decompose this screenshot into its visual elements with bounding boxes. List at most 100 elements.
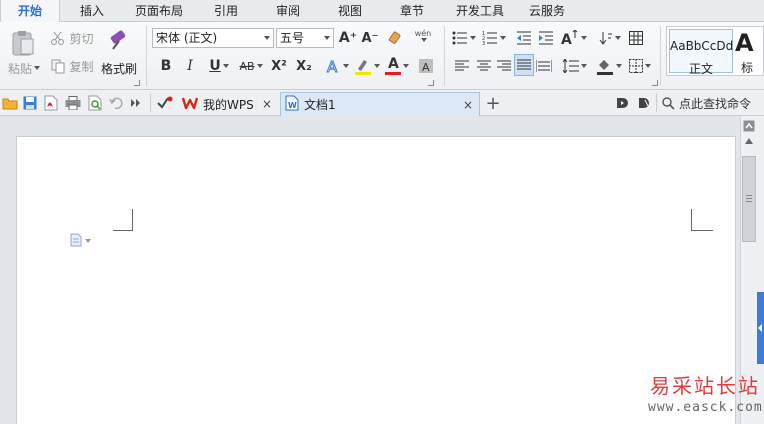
clear-format-button[interactable] xyxy=(384,28,406,48)
paragraph-shading-button[interactable] xyxy=(594,56,624,76)
borders-button[interactable] xyxy=(626,56,654,76)
font-name-select[interactable]: 宋体 (正文) xyxy=(152,28,274,48)
highlight-button[interactable] xyxy=(352,56,382,76)
edit-mode-icon[interactable] xyxy=(636,93,652,113)
separator xyxy=(660,26,661,86)
decrease-indent-button[interactable] xyxy=(514,28,534,48)
numbered-list-button[interactable]: 123 xyxy=(480,28,508,48)
grip-line xyxy=(746,195,752,196)
align-right-icon xyxy=(497,60,511,72)
format-painter-button[interactable]: 格式刷 xyxy=(98,58,140,78)
style-normal[interactable]: AaBbCcDd 正文 xyxy=(669,29,733,76)
save-icon[interactable] xyxy=(22,93,38,113)
tab-my-wps[interactable]: 我的WPS × xyxy=(178,92,278,116)
paragraph-dialog-launcher[interactable] xyxy=(652,80,658,86)
font-size-value: 五号 xyxy=(280,31,305,45)
font-color-button[interactable]: A xyxy=(382,56,412,76)
scroll-up-arrow-icon[interactable] xyxy=(745,138,753,144)
sort-button[interactable] xyxy=(596,28,624,48)
text-direction-icon: A xyxy=(561,30,579,46)
side-panel-handle[interactable] xyxy=(757,292,764,364)
open-folder-icon[interactable] xyxy=(2,93,18,113)
tab-my-wps-label: 我的WPS xyxy=(203,97,254,112)
print-preview-icon[interactable] xyxy=(86,93,104,113)
subscript-icon: X₂ xyxy=(296,58,312,74)
style-heading-1[interactable]: A 标 xyxy=(735,29,764,75)
scrollbar-thumb[interactable] xyxy=(742,156,756,242)
chevron-down-icon xyxy=(581,36,587,40)
tab-insert[interactable]: 插入 xyxy=(64,0,120,22)
separator xyxy=(656,94,657,112)
pinyin-guide-button[interactable]: wén xyxy=(408,26,438,46)
cut-label: 剪切 xyxy=(69,31,94,46)
export-pdf-icon[interactable] xyxy=(42,93,60,113)
chevron-down-icon xyxy=(403,64,409,68)
plus-icon: + xyxy=(485,92,501,114)
chevron-down-icon xyxy=(264,36,270,40)
paste-icon[interactable] xyxy=(6,28,40,58)
strikethrough-button[interactable]: AB xyxy=(236,56,266,76)
chevron-down-icon xyxy=(615,36,621,40)
sidebar-toggle-icon[interactable] xyxy=(614,93,630,113)
tab-cloud[interactable]: 云服务 xyxy=(520,0,574,22)
tab-review[interactable]: 审阅 xyxy=(262,0,314,22)
scroll-top-icon[interactable] xyxy=(743,120,755,132)
numbered-list-icon: 123 xyxy=(482,31,498,45)
italic-button[interactable]: I xyxy=(180,56,200,76)
subscript-button[interactable]: X₂ xyxy=(292,56,316,76)
watermark-url: www.easck.com xyxy=(648,400,763,415)
chevron-down-icon xyxy=(222,64,229,68)
bold-button[interactable]: B xyxy=(156,56,176,76)
align-right-button[interactable] xyxy=(494,56,514,76)
copy-button[interactable]: 复制 xyxy=(48,56,96,76)
character-shading-button[interactable]: A xyxy=(416,56,436,76)
more-commands-icon[interactable] xyxy=(128,93,144,113)
align-left-button[interactable] xyxy=(452,56,472,76)
tab-developer[interactable]: 开发工具 xyxy=(448,0,512,22)
command-search[interactable]: 点此查找命令 xyxy=(662,93,762,113)
tab-document-1-label: 文档1 xyxy=(304,98,336,112)
paste-button[interactable]: 粘贴 xyxy=(4,58,44,78)
chevron-down-icon xyxy=(85,239,91,243)
tab-references[interactable]: 引用 xyxy=(200,0,252,22)
superscript-button[interactable]: X² xyxy=(268,56,290,76)
tab-view[interactable]: 视图 xyxy=(324,0,376,22)
increase-indent-button[interactable] xyxy=(536,28,556,48)
text-direction-button[interactable]: A xyxy=(560,28,588,48)
svg-text:A: A xyxy=(422,61,430,74)
close-icon[interactable]: × xyxy=(262,97,272,111)
undo-icon[interactable] xyxy=(108,93,124,113)
justify-button[interactable] xyxy=(514,54,534,76)
font-dialog-launcher[interactable] xyxy=(428,80,434,86)
table-grid-button[interactable] xyxy=(626,28,646,48)
tab-chapter[interactable]: 章节 xyxy=(386,0,438,22)
underline-button[interactable]: U xyxy=(204,56,234,76)
font-size-select[interactable]: 五号 xyxy=(276,28,334,48)
customize-toolbar-icon[interactable] xyxy=(156,93,174,113)
new-tab-button[interactable]: + xyxy=(484,92,502,114)
print-icon[interactable] xyxy=(64,93,82,113)
tab-start[interactable]: 开始 xyxy=(0,0,60,23)
clipboard-dialog-launcher[interactable] xyxy=(134,80,140,86)
shrink-font-button[interactable]: A⁻ xyxy=(360,28,380,48)
tab-document-1[interactable]: W 文档1 × xyxy=(280,92,480,116)
tab-page-layout[interactable]: 页面布局 xyxy=(126,0,192,22)
format-painter-icon[interactable] xyxy=(104,26,136,52)
text-effect-icon: A xyxy=(325,58,341,74)
cut-button[interactable]: 剪切 xyxy=(48,28,96,48)
align-center-button[interactable] xyxy=(474,56,494,76)
line-spacing-button[interactable] xyxy=(560,56,590,76)
distributed-button[interactable] xyxy=(534,56,554,76)
paragraph-options-button[interactable] xyxy=(69,233,99,249)
grip-line xyxy=(746,198,752,199)
borders-icon xyxy=(629,59,643,73)
separator xyxy=(150,94,151,112)
text-effect-button[interactable]: A xyxy=(322,56,352,76)
document-page[interactable] xyxy=(16,136,736,424)
margin-mark-top-left xyxy=(113,209,133,231)
bullet-list-button[interactable] xyxy=(450,28,478,48)
close-icon[interactable]: × xyxy=(463,98,473,112)
grow-font-button[interactable]: A⁺ xyxy=(338,28,358,48)
font-color-bar xyxy=(385,72,401,75)
align-left-icon xyxy=(455,60,469,72)
